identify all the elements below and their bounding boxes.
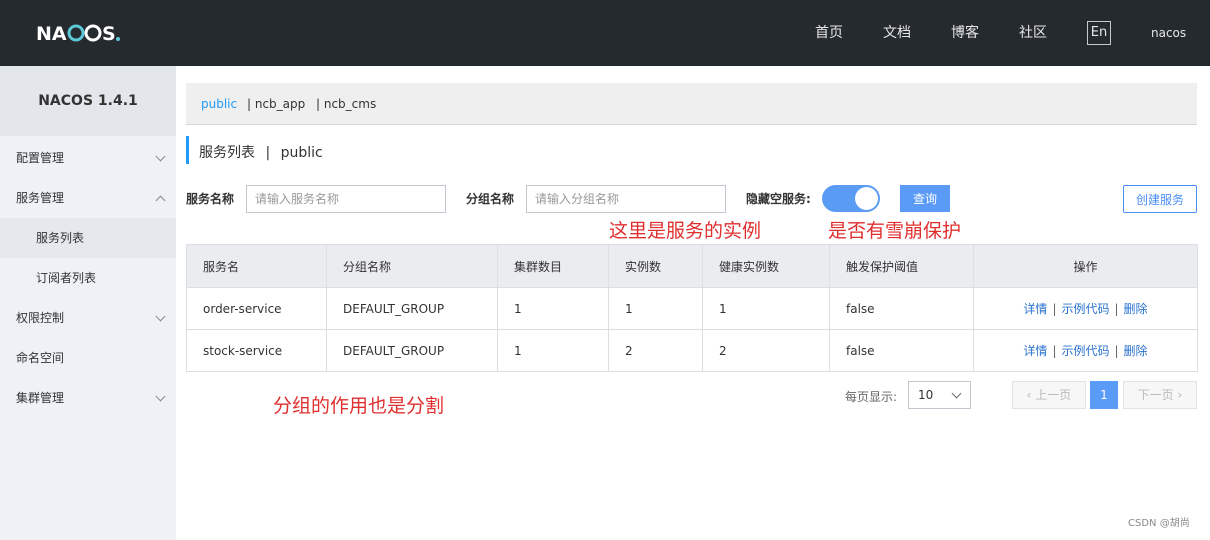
cell-instance-count: 2 [608, 329, 703, 372]
cell-operations: 详情 | 示例代码 | 删除 [973, 329, 1198, 372]
cell-service-name: order-service [186, 287, 327, 330]
user-name[interactable]: nacos [1151, 24, 1186, 42]
watermark: CSDN @胡尚 [1128, 518, 1190, 529]
service-table: 服务名 分组名称 集群数目 实例数 健康实例数 触发保护阈值 操作 order-… [186, 244, 1198, 372]
page-title: 服务列表 | public [199, 142, 323, 164]
sidebar-item-label: 集群管理 [16, 391, 65, 405]
hide-empty-services-label: 隐藏空服务: [746, 192, 811, 206]
chevron-down-icon [951, 388, 962, 399]
nav-docs[interactable]: 文档 [883, 22, 911, 44]
op-separator: | [1052, 302, 1057, 316]
page-title-namespace: public [280, 145, 323, 161]
nav-blog[interactable]: 博客 [951, 22, 979, 44]
chevron-down-icon [155, 391, 166, 402]
service-name-input[interactable] [246, 185, 446, 213]
page-title-separator: | [265, 145, 271, 161]
chevron-up-icon [155, 195, 166, 206]
delete-link[interactable]: 删除 [1124, 344, 1148, 358]
toggle-knob [855, 187, 878, 210]
namespace-bar: public | ncb_app | ncb_cms [186, 83, 1197, 125]
table-row: stock-service DEFAULT_GROUP 1 2 2 false … [186, 329, 1198, 372]
sidebar-item-access-control[interactable]: 权限控制 [0, 298, 176, 338]
annotation-instances: 这里是服务的实例 [609, 220, 762, 242]
sidebar-item-cluster-management[interactable]: 集群管理 [0, 378, 176, 418]
column-header-healthy-instances: 健康实例数 [702, 244, 830, 288]
cell-group-name: DEFAULT_GROUP [326, 329, 498, 372]
chevron-left-icon: ‹ [1026, 388, 1036, 402]
namespace-ncb-cms[interactable]: | ncb_cms [316, 96, 376, 112]
column-header-cluster-count: 集群数目 [497, 244, 609, 288]
cell-healthy-instances: 2 [702, 329, 830, 372]
page-number-1[interactable]: 1 [1090, 381, 1118, 409]
create-service-button[interactable]: 创建服务 [1123, 185, 1197, 213]
op-separator: | [1114, 344, 1119, 358]
prev-page-label: 上一页 [1035, 388, 1072, 402]
column-header-protect-threshold: 触发保护阈值 [829, 244, 974, 288]
svg-text:NA: NA [36, 23, 67, 45]
per-page-select[interactable]: 10 [908, 381, 971, 409]
sidebar-item-namespace[interactable]: 命名空间 [0, 338, 176, 378]
table-row: order-service DEFAULT_GROUP 1 1 1 false … [186, 287, 1198, 330]
cell-instance-count: 1 [608, 287, 703, 330]
chevron-right-icon: › [1173, 388, 1183, 402]
per-page-value: 10 [918, 388, 934, 402]
cell-protect-threshold: false [829, 287, 974, 330]
delete-link[interactable]: 删除 [1124, 302, 1148, 316]
sidebar-item-label: 服务列表 [36, 231, 85, 245]
column-header-group-name: 分组名称 [326, 244, 498, 288]
sidebar-item-label: 配置管理 [16, 151, 65, 165]
sidebar-item-subscriber-list[interactable]: 订阅者列表 [0, 258, 176, 298]
cell-group-name: DEFAULT_GROUP [326, 287, 498, 330]
chevron-down-icon [155, 151, 166, 162]
nav-community[interactable]: 社区 [1019, 22, 1047, 44]
sidebar-item-label: 服务管理 [16, 191, 65, 205]
sample-code-link[interactable]: 示例代码 [1061, 302, 1109, 316]
sidebar: NACOS 1.4.1 配置管理 服务管理 服务列表 订阅者列表 权限控制 命名… [0, 66, 176, 540]
column-header-operations: 操作 [973, 244, 1198, 288]
op-separator: | [1052, 344, 1057, 358]
op-separator: | [1114, 302, 1119, 316]
hide-empty-services-toggle[interactable] [822, 185, 880, 212]
sidebar-item-config-management[interactable]: 配置管理 [0, 138, 176, 178]
cell-healthy-instances: 1 [702, 287, 830, 330]
namespace-public[interactable]: public [201, 96, 237, 112]
title-accent-bar [186, 136, 189, 164]
top-header: NA S 首页 文档 博客 社区 En nacos [0, 0, 1210, 66]
chevron-down-icon [155, 311, 166, 322]
prev-page-button[interactable]: ‹ 上一页 [1012, 381, 1086, 409]
cell-protect-threshold: false [829, 329, 974, 372]
cell-cluster-count: 1 [497, 329, 609, 372]
next-page-label: 下一页 [1137, 388, 1174, 402]
next-page-button[interactable]: 下一页 › [1123, 381, 1197, 409]
detail-link[interactable]: 详情 [1023, 344, 1047, 358]
sidebar-item-service-list[interactable]: 服务列表 [0, 218, 176, 258]
group-name-input[interactable] [526, 185, 726, 213]
detail-link[interactable]: 详情 [1023, 302, 1047, 316]
column-header-instance-count: 实例数 [608, 244, 703, 288]
table-header-row: 服务名 分组名称 集群数目 实例数 健康实例数 触发保护阈值 操作 [186, 244, 1198, 288]
sample-code-link[interactable]: 示例代码 [1061, 344, 1109, 358]
per-page-label: 每页显示: [845, 390, 898, 404]
cell-cluster-count: 1 [497, 287, 609, 330]
cell-service-name: stock-service [186, 329, 327, 372]
sidebar-item-label: 权限控制 [16, 311, 65, 325]
sidebar-item-label: 订阅者列表 [36, 271, 97, 285]
annotation-group: 分组的作用也是分割 [273, 395, 445, 417]
language-switch-button[interactable]: En [1087, 21, 1111, 45]
sidebar-item-service-management[interactable]: 服务管理 [0, 178, 176, 218]
group-name-label: 分组名称 [466, 192, 515, 206]
nacos-logo-icon: NA S [36, 23, 120, 45]
sidebar-title: NACOS 1.4.1 [0, 66, 176, 136]
nacos-logo[interactable]: NA S [36, 20, 136, 46]
service-name-label: 服务名称 [186, 192, 235, 206]
svg-text:S: S [102, 23, 116, 45]
namespace-ncb-app[interactable]: | ncb_app [247, 96, 305, 112]
query-button[interactable]: 查询 [900, 185, 950, 212]
nav-home[interactable]: 首页 [815, 22, 843, 44]
column-header-service-name: 服务名 [186, 244, 327, 288]
page-title-text: 服务列表 [199, 145, 255, 161]
annotation-avalanche-protection: 是否有雪崩保护 [828, 220, 962, 242]
sidebar-item-label: 命名空间 [16, 351, 65, 365]
cell-operations: 详情 | 示例代码 | 删除 [973, 287, 1198, 330]
